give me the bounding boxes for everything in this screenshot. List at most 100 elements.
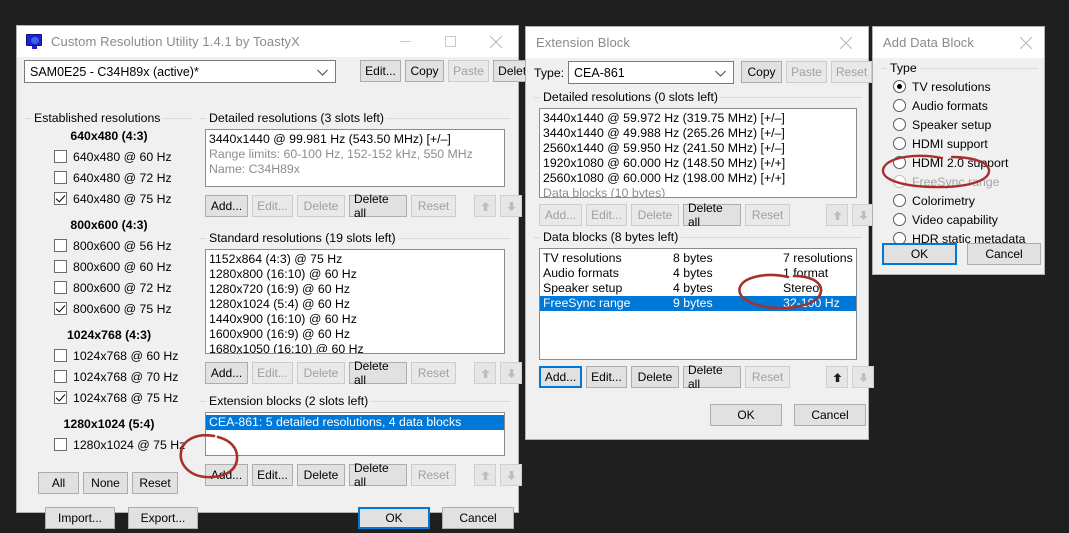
established-group-header: 1024x768 (4:3) [25, 328, 193, 342]
adb-ok-button[interactable]: OK [882, 243, 957, 265]
radio-disabled-icon [893, 175, 906, 188]
detailed-delete-all-button[interactable]: Delete all [349, 195, 407, 217]
data-block-delete-button[interactable]: Delete [631, 366, 679, 388]
table-row[interactable]: Audio formats 4 bytes 1 format [540, 266, 856, 281]
ok-button[interactable]: OK [358, 507, 430, 529]
arrow-down-icon [500, 362, 522, 384]
arrow-up-icon[interactable] [826, 366, 848, 388]
cru-titlebar[interactable]: Custom Resolution Utility 1.4.1 by Toast… [17, 26, 518, 57]
extension-delete-button[interactable]: Delete [297, 464, 345, 486]
checkbox-1024x768-70[interactable]: 1024x768 @ 70 Hz [54, 366, 193, 387]
checkbox-icon [54, 171, 67, 184]
cru-top-buttons: Edit... Copy Paste Delete [360, 60, 538, 82]
extension-delete-all-button[interactable]: Delete all [349, 464, 407, 486]
radio-hdmi-support[interactable]: HDMI support [893, 134, 1025, 153]
list-item[interactable]: 1680x1050 (16:10) @ 60 Hz [206, 342, 504, 354]
eb-detailed-add-button: Add... [539, 204, 582, 226]
table-row[interactable]: Speaker setup 4 bytes Stereo [540, 281, 856, 296]
checkbox-800x600-56[interactable]: 800x600 @ 56 Hz [54, 235, 193, 256]
copy-button[interactable]: Copy [405, 60, 444, 82]
none-button[interactable]: None [83, 472, 128, 494]
detailed-add-button[interactable]: Add... [205, 195, 248, 217]
eb-detailed-delete-all-button[interactable]: Delete all [683, 204, 741, 226]
extension-block-window-title: Extension Block [536, 35, 630, 50]
extension-edit-button[interactable]: Edit... [252, 464, 293, 486]
arrow-down-icon [500, 464, 522, 486]
list-item[interactable]: 1600x900 (16:9) @ 60 Hz [206, 327, 504, 342]
checkbox-1024x768-60[interactable]: 1024x768 @ 60 Hz [54, 345, 193, 366]
eb-ok-button[interactable]: OK [710, 404, 782, 426]
checkbox-1280x1024-75[interactable]: 1280x1024 @ 75 Hz [54, 434, 193, 455]
minimize-icon[interactable] [383, 26, 428, 57]
eb-copy-button[interactable]: Copy [741, 61, 782, 83]
checkbox-640x480-75[interactable]: 640x480 @ 75 Hz [54, 188, 193, 209]
close-icon[interactable] [473, 26, 518, 57]
radio-speaker-setup[interactable]: Speaker setup [893, 115, 1025, 134]
eb-cancel-button[interactable]: Cancel [794, 404, 866, 426]
list-item[interactable]: 1440x900 (16:10) @ 60 Hz [206, 312, 504, 327]
checkbox-800x600-60[interactable]: 800x600 @ 60 Hz [54, 256, 193, 277]
extension-add-button[interactable]: Add... [205, 464, 248, 486]
standard-resolutions-list[interactable]: 1152x864 (4:3) @ 75 Hz 1280x800 (16:10) … [205, 249, 505, 354]
list-item[interactable]: 3440x1440 @ 99.981 Hz (543.50 MHz) [+/–] [206, 132, 504, 147]
data-block-add-button[interactable]: Add... [539, 366, 582, 388]
extension-blocks-legend: Extension blocks (2 slots left) [206, 394, 371, 408]
eb-detailed-list[interactable]: 3440x1440 @ 59.972 Hz (319.75 MHz) [+/–]… [539, 108, 857, 198]
list-item[interactable]: Range limits: 60-100 Hz, 152-152 kHz, 55… [206, 147, 504, 162]
cancel-button[interactable]: Cancel [442, 507, 514, 529]
all-button[interactable]: All [38, 472, 79, 494]
standard-add-button[interactable]: Add... [205, 362, 248, 384]
list-item[interactable]: 2560x1080 @ 60.000 Hz (198.00 MHz) [+/+] [540, 171, 856, 186]
radio-tv-resolutions[interactable]: TV resolutions [893, 77, 1025, 96]
list-item[interactable]: Data blocks (10 bytes) [540, 186, 856, 198]
list-item[interactable]: 2560x1440 @ 59.950 Hz (241.50 MHz) [+/–] [540, 141, 856, 156]
data-block-detail: 32-100 Hz [783, 296, 840, 311]
table-row[interactable]: TV resolutions 8 bytes 7 resolutions [540, 251, 856, 266]
list-item[interactable]: 1920x1080 @ 60.000 Hz (148.50 MHz) [+/+] [540, 156, 856, 171]
list-item[interactable]: 1280x800 (16:10) @ 60 Hz [206, 267, 504, 282]
checkbox-800x600-72[interactable]: 800x600 @ 72 Hz [54, 277, 193, 298]
radio-colorimetry[interactable]: Colorimetry [893, 191, 1025, 210]
detailed-edit-button: Edit... [252, 195, 293, 217]
checkbox-640x480-60[interactable]: 640x480 @ 60 Hz [54, 146, 193, 167]
checkbox-800x600-75[interactable]: 800x600 @ 75 Hz [54, 298, 193, 319]
list-item[interactable]: Name: C34H89x [206, 162, 504, 177]
checkbox-label: 1024x768 @ 60 Hz [73, 349, 178, 363]
adb-cancel-button[interactable]: Cancel [967, 243, 1041, 265]
add-data-block-titlebar[interactable]: Add Data Block [873, 27, 1044, 58]
extension-blocks-list[interactable]: CEA-861: 5 detailed resolutions, 4 data … [205, 412, 505, 456]
extension-buttons: Add... Edit... Delete Delete all Reset [205, 464, 456, 486]
radio-audio-formats[interactable]: Audio formats [893, 96, 1025, 115]
edit-button[interactable]: Edit... [360, 60, 401, 82]
list-item[interactable]: 1280x720 (16:9) @ 60 Hz [206, 282, 504, 297]
type-combo[interactable]: CEA-861 [568, 61, 734, 84]
cru-window: Custom Resolution Utility 1.4.1 by Toast… [16, 25, 519, 513]
radio-video-capability[interactable]: Video capability [893, 210, 1025, 229]
list-item-selected[interactable]: CEA-861: 5 detailed resolutions, 4 data … [206, 415, 504, 430]
data-blocks-list[interactable]: TV resolutions 8 bytes 7 resolutions Aud… [539, 248, 857, 360]
eb-reset-button: Reset [831, 61, 872, 83]
table-row-selected[interactable]: FreeSync range 9 bytes 32-100 Hz [540, 296, 856, 311]
standard-delete-all-button[interactable]: Delete all [349, 362, 407, 384]
radio-icon [893, 194, 906, 207]
extension-block-titlebar[interactable]: Extension Block [526, 27, 868, 58]
close-icon[interactable] [823, 27, 868, 58]
maximize-icon[interactable] [428, 26, 473, 57]
checkbox-1024x768-75[interactable]: 1024x768 @ 75 Hz [54, 387, 193, 408]
reset-button[interactable]: Reset [132, 472, 178, 494]
close-icon[interactable] [1008, 27, 1044, 58]
list-item[interactable]: 1280x1024 (5:4) @ 60 Hz [206, 297, 504, 312]
list-item[interactable]: 3440x1440 @ 49.988 Hz (265.26 MHz) [+/–] [540, 126, 856, 141]
data-block-delete-all-button[interactable]: Delete all [683, 366, 741, 388]
radio-hdmi-20-support[interactable]: HDMI 2.0 support [893, 153, 1025, 172]
display-combo[interactable]: SAM0E25 - C34H89x (active)* [24, 60, 336, 83]
detailed-resolutions-list[interactable]: 3440x1440 @ 99.981 Hz (543.50 MHz) [+/–]… [205, 129, 505, 187]
list-item[interactable]: 3440x1440 @ 59.972 Hz (319.75 MHz) [+/–] [540, 111, 856, 126]
list-item[interactable]: 1152x864 (4:3) @ 75 Hz [206, 252, 504, 267]
import-button[interactable]: Import... [45, 507, 115, 529]
data-block-edit-button[interactable]: Edit... [586, 366, 627, 388]
export-button[interactable]: Export... [128, 507, 198, 529]
data-block-detail: Stereo [783, 281, 819, 296]
eb-detailed-move-buttons [826, 204, 874, 226]
checkbox-640x480-72[interactable]: 640x480 @ 72 Hz [54, 167, 193, 188]
